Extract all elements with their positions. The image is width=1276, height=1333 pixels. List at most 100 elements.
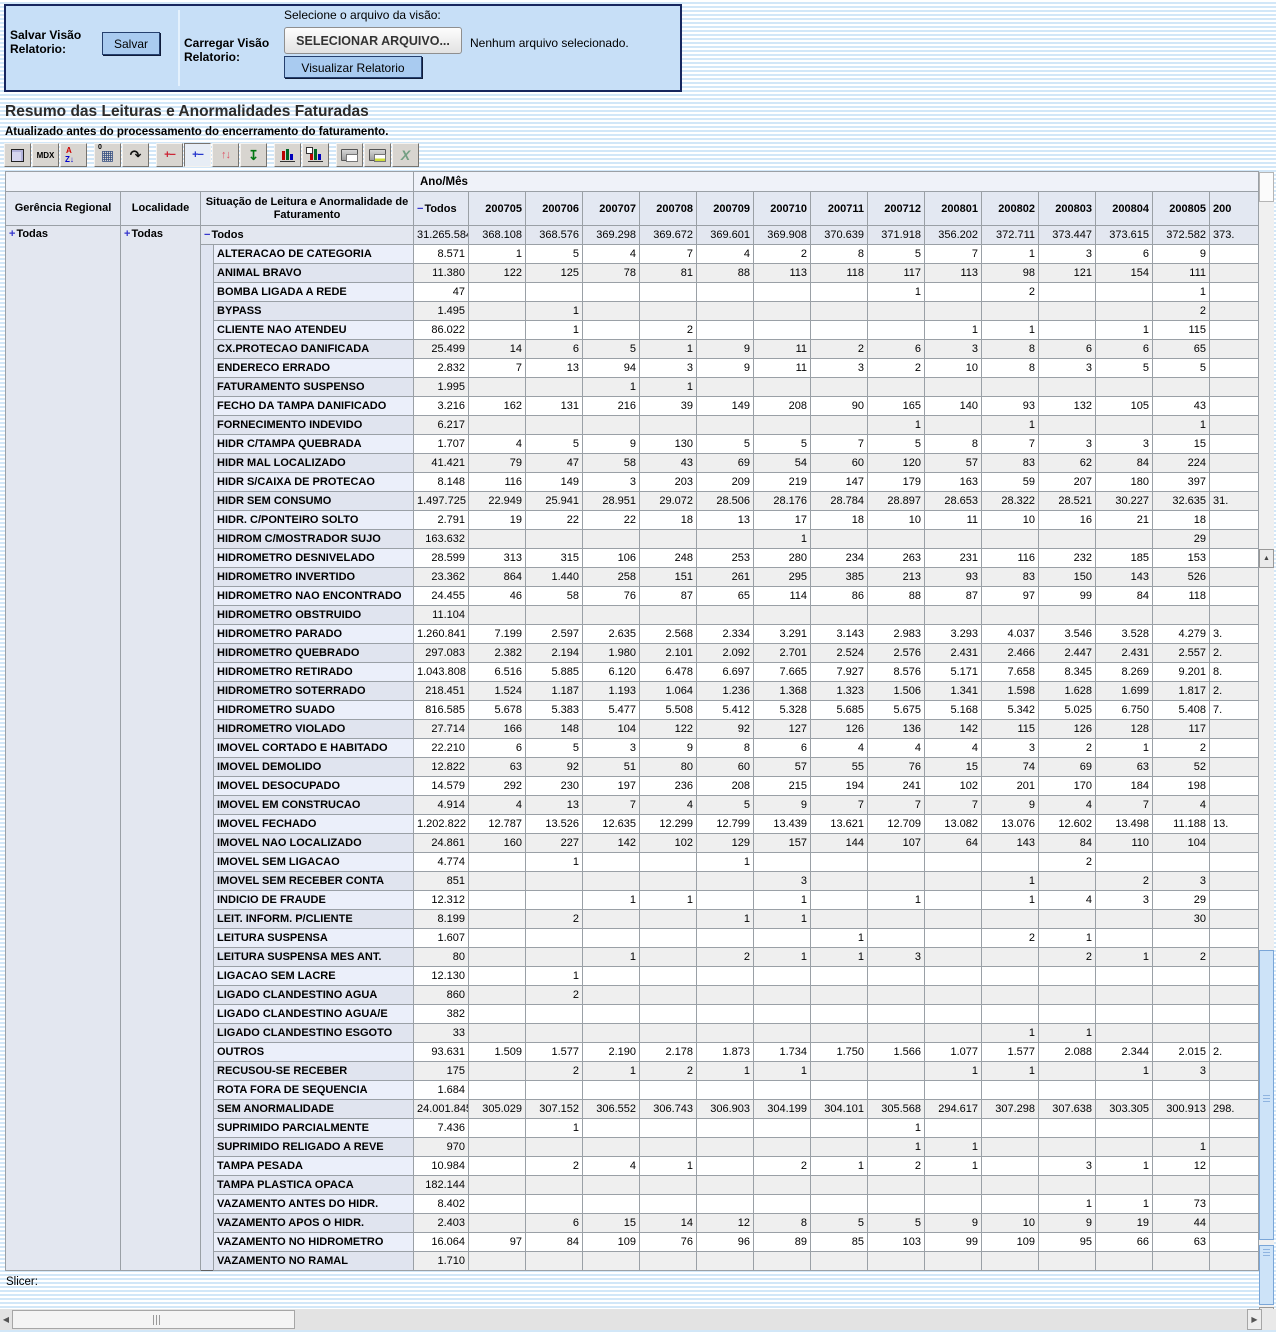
data-cell: 294.617 xyxy=(925,1100,982,1119)
sort-az-icon[interactable] xyxy=(60,143,87,167)
mdx-button[interactable]: MDX xyxy=(32,143,59,167)
horizontal-scrollbar-thumb[interactable] xyxy=(12,1310,295,1329)
month-header[interactable]: 200708 xyxy=(640,192,697,226)
excel-icon[interactable] xyxy=(392,143,419,167)
data-cell xyxy=(640,986,697,1005)
month-header[interactable]: 200711 xyxy=(811,192,868,226)
data-cell: 9 xyxy=(697,340,754,359)
month-header[interactable]: 200710 xyxy=(754,192,811,226)
data-cell: 9 xyxy=(925,1214,982,1233)
right-arrow-icon[interactable]: ▶ xyxy=(1247,1309,1262,1330)
month-header[interactable]: 200706 xyxy=(526,192,583,226)
data-cell: 116 xyxy=(469,473,526,492)
month-header[interactable]: 200712 xyxy=(868,192,925,226)
month-header[interactable]: 200709 xyxy=(697,192,754,226)
vertical-scrollbar-thumb[interactable] xyxy=(1259,950,1274,1240)
field-header-situacao[interactable]: Situação de Leitura e Anormalidade de Fa… xyxy=(201,192,414,226)
data-cell: 5.508 xyxy=(640,701,697,720)
vertical-scrollbar-thumb-2[interactable] xyxy=(1259,1245,1274,1305)
data-cell xyxy=(583,1176,640,1195)
row-label: IMOVEL CORTADO E HABITADO xyxy=(214,739,414,758)
data-cell xyxy=(697,986,754,1005)
data-cell: 280 xyxy=(754,549,811,568)
select-file-button[interactable]: SELECIONAR ARQUIVO... xyxy=(284,27,462,54)
data-cell: 5.678 xyxy=(469,701,526,720)
month-header[interactable]: 200801 xyxy=(925,192,982,226)
data-cell xyxy=(1210,1138,1259,1157)
data-cell: 54 xyxy=(754,454,811,473)
hide-empty-icon[interactable] xyxy=(94,143,121,167)
data-cell: 297.083 xyxy=(414,644,469,663)
row-label: HIDR C/TAMPA QUEBRADA xyxy=(214,435,414,454)
expand-red-icon[interactable] xyxy=(156,143,183,167)
data-cell: 10 xyxy=(868,511,925,530)
updown-icon[interactable] xyxy=(212,143,239,167)
horizontal-scrollbar[interactable]: ◀ ▶ xyxy=(0,1309,1262,1330)
data-cell xyxy=(811,1024,868,1043)
data-cell xyxy=(1210,967,1259,986)
view-report-button[interactable]: Visualizar Relatorio xyxy=(284,56,422,78)
data-cell: 15 xyxy=(925,758,982,777)
data-cell: 18 xyxy=(640,511,697,530)
month-header-partial[interactable]: 200 xyxy=(1210,192,1259,226)
month-header[interactable]: 200804 xyxy=(1096,192,1153,226)
left-arrow-icon[interactable]: ◀ xyxy=(0,1309,12,1330)
page-title: Resumo das Leituras e Anormalidades Fatu… xyxy=(5,103,369,121)
column-header-todos[interactable]: −Todos xyxy=(414,192,469,226)
data-cell: 2.466 xyxy=(982,644,1039,663)
field-header-localidade[interactable]: Localidade xyxy=(121,192,201,226)
data-cell: 5 xyxy=(1153,359,1210,378)
data-cell: 2 xyxy=(526,986,583,1005)
expand-toggle-icon[interactable]: − xyxy=(417,203,423,215)
data-cell: 12.299 xyxy=(640,815,697,834)
expand-toggle-icon[interactable]: + xyxy=(9,228,15,240)
data-cell: 9 xyxy=(640,739,697,758)
data-cell: 816.585 xyxy=(414,701,469,720)
data-cell xyxy=(1153,378,1210,397)
data-cell xyxy=(1153,1005,1210,1024)
field-header-gerencia-regional[interactable]: Gerência Regional xyxy=(6,192,121,226)
row-label: VAZAMENTO ANTES DO HIDR. xyxy=(214,1195,414,1214)
data-cell: 12.822 xyxy=(414,758,469,777)
data-cell: 1 xyxy=(1096,321,1153,340)
data-cell: 1 xyxy=(1039,1024,1096,1043)
pivot-arrow-icon[interactable] xyxy=(122,143,149,167)
chart-icon[interactable] xyxy=(274,143,301,167)
data-cell: 175 xyxy=(414,1062,469,1081)
month-header[interactable]: 200707 xyxy=(583,192,640,226)
month-header[interactable]: 200803 xyxy=(1039,192,1096,226)
column-field-anomes[interactable]: Ano/Mês xyxy=(414,172,1259,192)
up-arrow-icon[interactable]: ▲ xyxy=(1259,549,1274,568)
data-cell xyxy=(811,378,868,397)
row-indent-strip xyxy=(201,644,214,663)
chart-edit-icon[interactable] xyxy=(302,143,329,167)
month-header[interactable]: 200805 xyxy=(1153,192,1210,226)
data-cell xyxy=(640,910,697,929)
data-cell xyxy=(925,967,982,986)
print-icon[interactable] xyxy=(364,143,391,167)
row-indent-strip xyxy=(201,454,214,473)
month-header[interactable]: 200705 xyxy=(469,192,526,226)
export-report-icon[interactable] xyxy=(336,143,363,167)
data-cell: 46 xyxy=(469,587,526,606)
collapse-blue-icon[interactable] xyxy=(184,143,211,167)
data-cell: 85 xyxy=(811,1233,868,1252)
save-button[interactable]: Salvar xyxy=(102,32,160,55)
month-header[interactable]: 200802 xyxy=(982,192,1039,226)
data-cell xyxy=(1096,1176,1153,1195)
data-cell xyxy=(469,948,526,967)
data-cell: 154 xyxy=(1096,264,1153,283)
drill-down-icon[interactable] xyxy=(240,143,267,167)
data-cell: 8 xyxy=(982,340,1039,359)
data-cell xyxy=(526,891,583,910)
expand-toggle-icon[interactable]: + xyxy=(124,228,130,240)
data-cell xyxy=(754,1119,811,1138)
cube-icon[interactable] xyxy=(4,143,31,167)
vertical-scrollbar-top-thumb[interactable] xyxy=(1259,172,1274,202)
data-cell xyxy=(1210,1157,1259,1176)
vertical-scrollbar[interactable]: ▲ ▼ xyxy=(1259,172,1274,1327)
data-cell xyxy=(754,1024,811,1043)
data-cell: 2.092 xyxy=(697,644,754,663)
data-cell xyxy=(868,1252,925,1271)
expand-toggle-icon[interactable]: − xyxy=(204,229,210,241)
